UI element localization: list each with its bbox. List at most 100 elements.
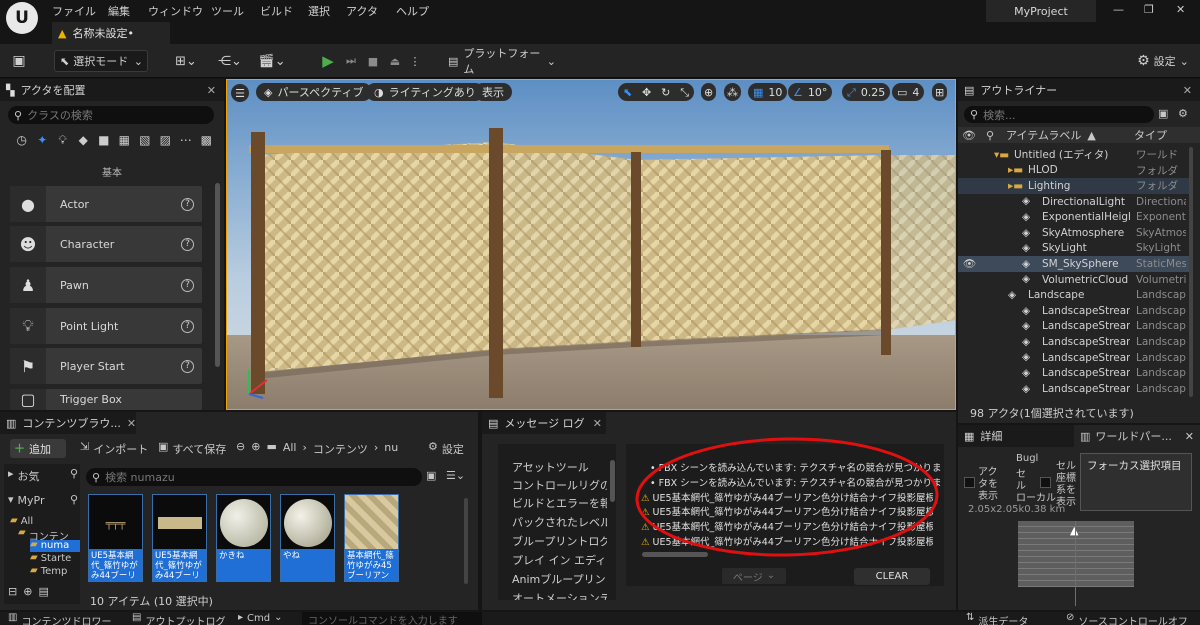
favorites-row[interactable]: ▸ お気 ⚲	[8, 468, 78, 484]
close-icon[interactable]: ✕	[207, 85, 216, 96]
select-mode-dropdown[interactable]: ⬉ 選択モード ⌄	[54, 50, 148, 72]
save-all-button[interactable]: ▣ すべて保存	[158, 441, 226, 457]
tree-numazu[interactable]: ▰ numa	[30, 540, 80, 552]
lights-category-icon[interactable]: 💡︎	[55, 134, 71, 152]
move-tool-icon[interactable]: ✥	[642, 87, 651, 98]
log-category-item[interactable]: ブループリントログ	[512, 533, 607, 549]
save-search-icon[interactable]: ▣	[426, 470, 436, 481]
menu-window[interactable]: ウィンドウ	[148, 3, 203, 19]
outliner-row[interactable]: ◈ LandscapeStrear Landscap	[958, 319, 1190, 335]
add-content-icon[interactable]: ⊞⌄	[172, 52, 200, 70]
log-category-item[interactable]: アセットツール	[512, 459, 607, 475]
world-partition-tab[interactable]: ▥ ワールドパー... ✕	[1076, 425, 1200, 447]
surface-snap-toggle[interactable]: ⁂	[724, 83, 741, 101]
outliner-row[interactable]: ◈ LandscapeStrear Landscap	[958, 365, 1190, 381]
viewport-layout-button[interactable]: ⊞	[932, 83, 948, 101]
menu-actor[interactable]: アクタ	[346, 3, 378, 19]
collections-icon[interactable]: ▤	[38, 586, 48, 597]
cinematic-category-icon[interactable]: ▦	[117, 134, 133, 152]
search-icon[interactable]: ⚲	[70, 468, 78, 484]
cmd-dropdown[interactable]: ▸ Cmd ⌄	[238, 613, 283, 625]
asset-search-input[interactable]: ⚲ 検索 numazu	[86, 468, 422, 486]
outliner-row[interactable]: ▸▬ Lighting フォルダ	[958, 178, 1190, 194]
outliner-row[interactable]: ▾▬ Untitled (エディタ) ワールド	[958, 147, 1190, 163]
derived-data-button[interactable]: ⇅ 派生データ	[966, 613, 1028, 625]
source-control-button[interactable]: ⊘ ソースコントロールオフ	[1066, 613, 1188, 625]
outliner-row[interactable]: ◈ DirectionalLight Directiona	[958, 194, 1190, 210]
help-icon[interactable]: ?	[181, 359, 194, 373]
rotation-snap-button[interactable]: ∠ 10°	[788, 83, 833, 101]
outliner-search-input[interactable]: ⚲ 検索...	[964, 106, 1154, 123]
point-light-item[interactable]: 💡︎ Point Light ?	[10, 308, 202, 344]
outliner-row[interactable]: ◈ ExponentialHeigh Exponenti	[958, 209, 1190, 225]
search-icon[interactable]: ⚲	[70, 494, 78, 507]
trigger-box-item[interactable]: ▢ Trigger Box	[10, 389, 202, 410]
camera-speed-button[interactable]: ▭ 4	[892, 83, 925, 101]
volumes-category-icon[interactable]: ▧	[137, 134, 153, 152]
character-item[interactable]: ☻ Character ?	[10, 226, 202, 262]
breadcrumb-folder[interactable]: nu	[384, 441, 398, 457]
level-viewport[interactable]: ☰	[226, 79, 956, 410]
project-row[interactable]: ▾ MyPr ⚲	[8, 494, 78, 507]
eject-icon[interactable]: ⏏	[386, 52, 404, 70]
basic-category-icon[interactable]: ✦	[35, 134, 51, 152]
breadcrumb-content[interactable]: コンテンツ	[313, 441, 368, 457]
select-tool-icon[interactable]: ⬉	[623, 87, 632, 98]
shapes-category-icon[interactable]: ◆	[76, 134, 92, 152]
platforms-dropdown[interactable]: ▤ プラットフォーム ⌄	[448, 47, 556, 76]
perspective-button[interactable]: ◈ パースペクティブ	[256, 83, 372, 101]
output-log-button[interactable]: ▤ アウトプットログ	[132, 613, 225, 625]
play-button[interactable]: ▶	[318, 52, 338, 70]
add-collection-icon[interactable]: ⊕	[23, 586, 32, 597]
advance-frame-icon[interactable]: ⏭	[342, 52, 360, 70]
help-icon[interactable]: ?	[181, 278, 194, 292]
all-classes-icon[interactable]: ▨	[158, 134, 174, 152]
col-type[interactable]: タイプ	[1134, 127, 1167, 143]
log-category-item[interactable]: ビルドとエラーを報告	[512, 495, 607, 511]
col-item-label[interactable]: アイテムラベル	[1006, 127, 1081, 143]
scrollbar[interactable]	[610, 460, 615, 502]
asset-tile[interactable]: かきね	[216, 494, 271, 582]
lighting-mode-button[interactable]: ◑ ライティングあり	[366, 83, 484, 101]
scale-snap-button[interactable]: ⤢ 0.25	[842, 83, 891, 101]
log-category-item[interactable]: オートメーションテス	[512, 590, 607, 600]
visibility-eye-icon[interactable]: 👁︎	[963, 259, 976, 270]
settings-gear-icon[interactable]: ⚙	[1178, 108, 1188, 119]
asset-tile[interactable]: 基本網代_篠竹ゆがみ45ブーリアン色	[344, 494, 399, 582]
tree-all[interactable]: ▰ All	[10, 516, 33, 528]
visibility-eye-icon[interactable]: 👁︎	[962, 130, 976, 141]
outliner-row[interactable]: ◈ LandscapeStrear Landscap	[958, 381, 1190, 397]
menu-file[interactable]: ファイル	[52, 3, 96, 19]
filter-icon[interactable]: ☰⌄	[446, 470, 465, 481]
breadcrumb-all[interactable]: All	[283, 441, 297, 457]
class-search-input[interactable]: ⚲ クラスの検索	[8, 106, 214, 124]
menu-help[interactable]: ヘルプ	[396, 3, 429, 19]
scrollbar[interactable]	[1189, 147, 1193, 397]
save-icon[interactable]: ▣	[10, 52, 28, 70]
log-category-item[interactable]: パックされたレベルア	[512, 514, 607, 530]
outliner-row[interactable]: ◈ LandscapeStrear Landscap	[958, 334, 1190, 350]
asset-tile[interactable]: やね	[280, 494, 335, 582]
menu-build[interactable]: ビルド	[260, 3, 293, 19]
custom-category-icon[interactable]: ▩	[199, 134, 215, 152]
actor-item[interactable]: ● Actor ?	[10, 186, 202, 222]
asset-tile[interactable]: ╤╤╤ UE5基本網代_篠竹ゆがみ44ブーリアン色	[88, 494, 143, 582]
cb-settings-button[interactable]: ⚙ 設定	[428, 441, 464, 457]
scrollbar[interactable]	[215, 183, 220, 367]
outliner-row[interactable]: ◈ SkyLight SkyLight	[958, 241, 1190, 257]
tree-starter[interactable]: ▰ Starte	[30, 553, 71, 565]
world-partition-minimap[interactable]: ▲	[1018, 521, 1134, 587]
stop-icon[interactable]: ■	[364, 52, 382, 70]
add-button[interactable]: ＋ 追加	[10, 439, 66, 458]
close-icon[interactable]: ✕	[127, 418, 136, 429]
ellipsis-icon[interactable]: ⋯	[178, 134, 194, 152]
log-category-item[interactable]: プレイ イン エディタ	[512, 552, 607, 568]
scrollbar[interactable]	[464, 498, 468, 584]
minimize-icon[interactable]: —	[1113, 4, 1124, 15]
outliner-row[interactable]: ◈ LandscapeStrear Landscap	[958, 303, 1190, 319]
world-local-toggle[interactable]: ⊕	[701, 83, 717, 101]
menu-select[interactable]: 選択	[308, 3, 330, 19]
close-window-icon[interactable]: ✕	[1176, 4, 1185, 15]
help-icon[interactable]: ?	[181, 197, 194, 211]
pin-icon[interactable]: ⚲	[986, 130, 994, 141]
